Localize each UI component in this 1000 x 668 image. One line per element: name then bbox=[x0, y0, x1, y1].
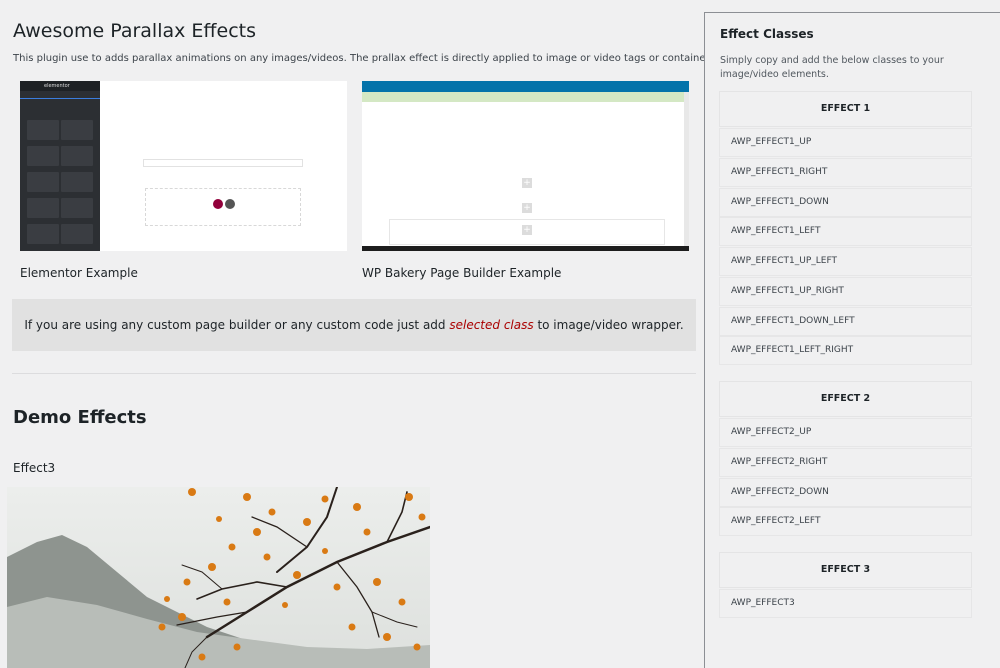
sidebar-title: Effect Classes bbox=[720, 27, 814, 41]
effect-group-heading: EFFECT 3 bbox=[720, 553, 971, 587]
wpbakery-toolbar bbox=[362, 81, 689, 92]
plus-icon: + bbox=[522, 178, 532, 188]
effect-label: Effect3 bbox=[13, 461, 56, 475]
effect-class-item[interactable]: AWP_EFFECT1_UP_RIGHT bbox=[720, 278, 971, 305]
effect-class-item[interactable]: AWP_EFFECT1_UP bbox=[720, 129, 971, 156]
demo-effects-heading: Demo Effects bbox=[13, 407, 147, 428]
custom-builder-notice: If you are using any custom page builder… bbox=[12, 299, 696, 351]
effect-class-item[interactable]: AWP_EFFECT2_LEFT bbox=[720, 508, 971, 535]
selected-class-highlight: selected class bbox=[449, 318, 534, 332]
sidebar-description: Simply copy and add the below classes to… bbox=[720, 55, 944, 80]
add-section-icon bbox=[213, 199, 223, 209]
wpbakery-example-caption: WP Bakery Page Builder Example bbox=[362, 266, 562, 280]
effect-class-item[interactable]: AWP_EFFECT2_RIGHT bbox=[720, 449, 971, 476]
effect-class-item[interactable]: AWP_EFFECT1_LEFT bbox=[720, 218, 971, 245]
main-content: Awesome Parallax Effects This plugin use… bbox=[0, 0, 715, 668]
page-title: Awesome Parallax Effects bbox=[13, 20, 256, 42]
elementor-widget-grid bbox=[26, 119, 96, 249]
effect-class-item[interactable]: AWP_EFFECT1_LEFT_RIGHT bbox=[720, 337, 971, 364]
effect-class-item[interactable]: AWP_EFFECT2_UP bbox=[720, 419, 971, 446]
elementor-example-caption: Elementor Example bbox=[20, 266, 138, 280]
effect-group-heading: EFFECT 2 bbox=[720, 382, 971, 416]
wpbakery-example-screenshot: + + + bbox=[362, 81, 689, 251]
effect-class-item[interactable]: AWP_EFFECT1_RIGHT bbox=[720, 159, 971, 186]
template-icon bbox=[225, 199, 235, 209]
elementor-drop-area bbox=[145, 188, 301, 226]
page-description: This plugin use to adds parallax animati… bbox=[13, 53, 715, 64]
elementor-panel: elementor bbox=[20, 81, 100, 251]
effect-class-item[interactable]: AWP_EFFECT1_UP_LEFT bbox=[720, 248, 971, 275]
effect-classes-sidebar: Effect Classes Simply copy and add the b… bbox=[704, 12, 1000, 668]
demo-parallax-image bbox=[7, 487, 430, 668]
plus-icon: + bbox=[522, 203, 532, 213]
effect-class-item[interactable]: AWP_EFFECT2_DOWN bbox=[720, 479, 971, 506]
elementor-example-screenshot: elementor bbox=[20, 81, 347, 251]
effect-class-item[interactable]: AWP_EFFECT1_DOWN bbox=[720, 189, 971, 216]
divider bbox=[12, 373, 696, 374]
elementor-logo: elementor bbox=[44, 83, 70, 89]
effect-group-heading: EFFECT 1 bbox=[720, 92, 971, 126]
effect-class-item[interactable]: AWP_EFFECT3 bbox=[720, 590, 971, 617]
effect-class-item[interactable]: AWP_EFFECT1_DOWN_LEFT bbox=[720, 308, 971, 335]
